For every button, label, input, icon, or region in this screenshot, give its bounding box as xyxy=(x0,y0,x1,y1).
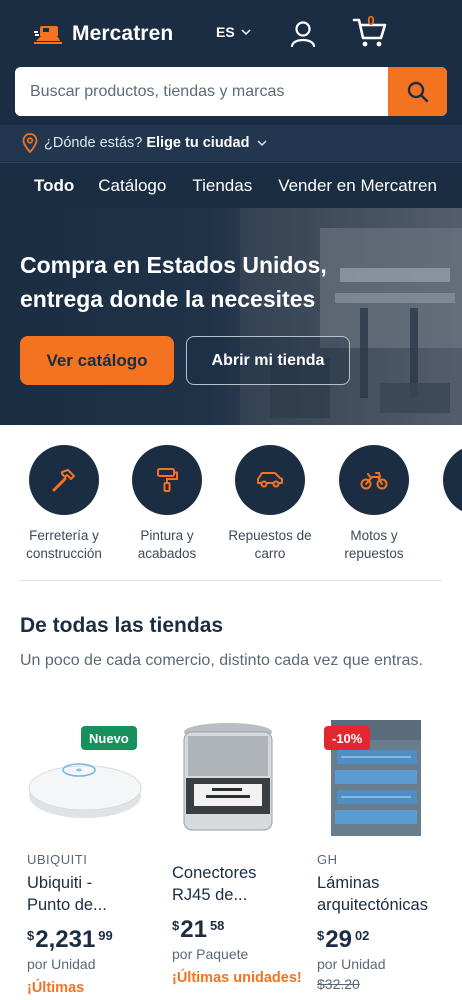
product-name[interactable]: Ubiquiti - Punto de... xyxy=(27,872,159,918)
search-input[interactable] xyxy=(15,67,388,116)
user-icon xyxy=(290,21,316,48)
product-brand: GH xyxy=(317,852,338,867)
cart-button[interactable]: 0 xyxy=(352,13,388,50)
hero-title: Compra en Estados Unidos, entrega donde … xyxy=(20,252,327,312)
product-image[interactable] xyxy=(172,720,304,838)
category-item-car-parts[interactable]: Repuestos de carro xyxy=(218,445,322,563)
section-title: De todas las tiendas xyxy=(20,614,224,637)
view-catalog-button[interactable]: Ver catálogo xyxy=(20,336,174,385)
category-item-paint[interactable]: Pintura y acabados xyxy=(115,445,219,563)
category-label: Ferretería y construcción xyxy=(26,528,102,561)
stock-status: ¡Últimas unidades! xyxy=(172,970,302,986)
hero-banner: Compra en Estados Unidos, entrega donde … xyxy=(0,208,462,425)
chevron-down-icon xyxy=(241,28,251,35)
section-divider xyxy=(20,580,442,581)
paint-roller-icon xyxy=(157,468,178,492)
category-label: Repuestos de carro xyxy=(228,528,312,561)
account-button[interactable] xyxy=(290,20,316,48)
language-selector[interactable]: ES xyxy=(216,24,251,40)
product-name[interactable]: Conectores RJ45 de... xyxy=(172,862,304,908)
car-icon xyxy=(257,472,283,488)
product-brand: UBIQUITI xyxy=(27,852,88,867)
site-header: Mercatren ES 0 ¿Dónde xyxy=(0,0,462,208)
product-price: $ 29 02 xyxy=(317,926,370,953)
open-store-button[interactable]: Abrir mi tienda xyxy=(186,336,350,385)
connector-jar-image xyxy=(183,723,273,831)
stock-status: ¡Últimas xyxy=(27,980,85,996)
search-bar xyxy=(15,67,447,116)
category-item-motorcycles[interactable]: Motos y repuestos xyxy=(322,445,426,563)
brand-name: Mercatren xyxy=(72,22,174,45)
location-selector[interactable]: ¿Dónde estás? Elige tu ciudad xyxy=(0,125,462,161)
category-item-hardware[interactable]: Ferretería y construcción xyxy=(12,445,116,563)
discount-badge: -10% xyxy=(324,726,371,750)
location-prompt: ¿Dónde estás? xyxy=(44,135,143,151)
new-badge: Nuevo xyxy=(81,726,137,750)
hammer-icon xyxy=(52,469,75,492)
category-label: Motos y repuestos xyxy=(344,528,404,561)
category-carousel: Ferretería y construcción Pintura y acab… xyxy=(0,425,462,581)
nav-link-catalog[interactable]: Catálogo xyxy=(98,176,166,196)
hero-background-image xyxy=(240,208,462,425)
brand-logo[interactable]: Mercatren xyxy=(34,20,173,48)
product-image[interactable]: Nuevo xyxy=(27,720,159,838)
product-price: $ 2,231 99 xyxy=(27,926,113,953)
product-name[interactable]: Láminas arquitectónicas xyxy=(317,872,449,918)
category-item-bicycles[interactable]: Bi xyxy=(426,445,462,545)
product-unit: por Unidad xyxy=(27,956,96,972)
search-icon xyxy=(407,81,428,102)
location-action: Elige tu ciudad xyxy=(146,135,250,151)
product-card[interactable]: -10% GH Láminas arquitectónicas $ 29 02 … xyxy=(317,720,449,992)
search-button[interactable] xyxy=(388,67,447,116)
chevron-down-icon xyxy=(257,139,267,146)
section-subtitle: Un poco de cada comercio, distinto cada … xyxy=(20,652,423,669)
train-logo-icon xyxy=(34,26,62,44)
language-code: ES xyxy=(216,24,235,40)
nav-all-button[interactable]: Todo xyxy=(34,176,74,196)
motorcycle-icon xyxy=(360,472,388,490)
product-card[interactable]: Conectores RJ45 de... $ 21 58 por Paquet… xyxy=(172,720,304,988)
product-unit: por Unidad xyxy=(317,956,386,972)
category-label: Pintura y acabados xyxy=(137,528,197,561)
nav-link-stores[interactable]: Tiendas xyxy=(192,176,252,196)
category-label: Bi xyxy=(426,527,462,545)
cart-count-badge: 0 xyxy=(367,13,375,28)
product-price: $ 21 58 xyxy=(172,916,225,943)
main-nav: Todo Catálogo Tiendas Vender en Mercatre… xyxy=(0,162,462,208)
nav-link-sell[interactable]: Vender en Mercatren xyxy=(278,176,437,196)
old-price: $32.20 xyxy=(317,976,360,992)
location-pin-icon xyxy=(22,133,38,153)
product-card[interactable]: Nuevo UBIQUITI Ubiquiti - Punto de... $ … xyxy=(27,720,159,998)
product-unit: por Paquete xyxy=(172,946,249,962)
product-image[interactable]: -10% xyxy=(317,720,449,838)
